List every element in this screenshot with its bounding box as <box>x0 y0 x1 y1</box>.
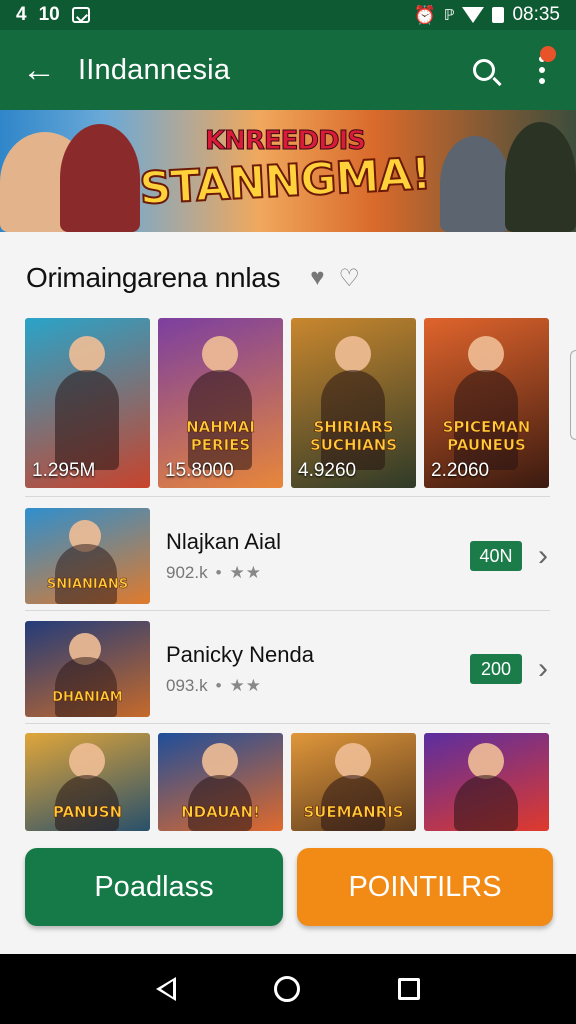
bottom-thumb-row: PANUSN NDAUAN! SUEMANRIS <box>25 733 550 831</box>
divider <box>25 610 550 611</box>
notification-badge <box>540 46 556 62</box>
accent-action-button[interactable]: POINTILRS <box>297 848 553 926</box>
divider <box>25 496 550 497</box>
heart-icon[interactable]: ♡ <box>338 264 360 293</box>
list-item-downloads: 093.k <box>166 676 208 695</box>
list-item-thumbnail: SNIANIANS <box>25 508 150 604</box>
notification-icon <box>71 7 90 23</box>
status-indicator-2: 10 <box>38 4 60 25</box>
card-art-caption: NAHMAI PERIES <box>186 418 255 455</box>
featured-card[interactable]: NAHMAI PERIES 15.8000 <box>158 318 283 488</box>
card-art-caption: SUEMANRIS <box>303 803 404 822</box>
price-badge[interactable]: 40N <box>470 541 522 571</box>
section-header: Orimaingarena nnlas ♥ ♡ <box>26 258 556 298</box>
list-item-meta: 093.k • ★★ <box>166 676 470 696</box>
featured-card[interactable]: 1.295M <box>25 318 150 488</box>
card-artwork <box>69 336 105 372</box>
promo-banner[interactable]: KNREEDDIS STANNGMA! <box>0 110 576 232</box>
card-count: 1.295M <box>32 460 96 481</box>
battery-icon <box>492 7 505 23</box>
game-card[interactable] <box>424 733 549 831</box>
nav-home-icon[interactable] <box>274 976 300 1002</box>
banner-hero-right <box>505 122 576 232</box>
banner-title-group: KNREEDDIS STANNGMA! <box>120 126 450 216</box>
section-title: Orimaingarena nnlas <box>26 262 281 293</box>
wifi-icon <box>462 7 485 23</box>
status-indicator-1: 4 <box>16 4 27 25</box>
card-art-caption: PANUSN <box>52 803 123 822</box>
game-card[interactable]: PANUSN <box>25 733 150 831</box>
divider <box>25 723 550 724</box>
chevron-right-icon[interactable]: › <box>538 652 548 686</box>
app-bar: ← IIndannesia <box>0 30 576 110</box>
nav-recents-icon[interactable] <box>398 978 420 1000</box>
list-item-info: Nlajkan Aial 902.k • ★★ <box>166 529 470 583</box>
search-button[interactable] <box>454 30 514 110</box>
list-item-info: Panicky Nenda 093.k • ★★ <box>166 642 470 696</box>
list-item-meta: 902.k • ★★ <box>166 563 470 583</box>
status-bar: 4 10 ⏰ ℙ 08:35 <box>0 0 576 30</box>
alarm-icon: ⏰ <box>413 4 436 25</box>
arrow-left-icon: ← <box>22 50 56 89</box>
separator-dot: • <box>215 563 222 582</box>
card-artwork <box>202 336 238 372</box>
list-item-downloads: 902.k <box>166 563 208 582</box>
card-artwork <box>468 336 504 372</box>
list-item-title: Nlajkan Aial <box>166 529 281 554</box>
star-rating: ★★ <box>229 563 263 582</box>
game-card[interactable]: SUEMANRIS <box>291 733 416 831</box>
system-nav-bar <box>0 954 576 1024</box>
star-rating: ★★ <box>229 676 263 695</box>
list-thumb-caption: SNIANIANS <box>46 577 129 593</box>
status-time: 08:35 <box>512 4 560 25</box>
bluetooth-icon: ℙ <box>443 7 455 24</box>
card-count: 2.2060 <box>431 460 490 481</box>
featured-card[interactable]: SPICEMAN PAUNEUS 2.2060 <box>424 318 549 488</box>
primary-action-button[interactable]: Poadlass <box>25 848 283 926</box>
card-count: 15.8000 <box>165 460 234 481</box>
featured-row: 1.295M NAHMAI PERIES 15.8000 SHIRIARS SU… <box>25 318 550 488</box>
search-icon <box>473 59 495 81</box>
separator-dot: • <box>215 676 222 695</box>
list-item-title: Panicky Nenda <box>166 642 314 667</box>
card-art-caption: SPICEMAN PAUNEUS <box>442 418 531 455</box>
banner-title: STANNGMA! <box>137 147 432 215</box>
card-artwork <box>335 336 371 372</box>
list-item[interactable]: DHANIAM Panicky Nenda 093.k • ★★ 200 › <box>25 619 550 719</box>
card-artwork <box>55 370 119 470</box>
heart-icon[interactable]: ♥ <box>310 264 324 293</box>
list-item-thumbnail: DHANIAM <box>25 621 150 717</box>
card-art-caption: SHIRIARS SUCHIANS <box>309 418 398 455</box>
game-card[interactable]: NDAUAN! <box>158 733 283 831</box>
banner-hero-3 <box>440 136 510 232</box>
chevron-right-icon[interactable]: › <box>538 539 548 573</box>
card-count: 4.9260 <box>298 460 357 481</box>
back-button[interactable]: ← <box>0 30 78 110</box>
scrollbar[interactable] <box>570 350 576 440</box>
featured-card[interactable]: SHIRIARS SUCHIANS 4.9260 <box>291 318 416 488</box>
price-badge[interactable]: 200 <box>470 654 522 684</box>
list-thumb-caption: DHANIAM <box>52 690 123 706</box>
list-item[interactable]: SNIANIANS Nlajkan Aial 902.k • ★★ 40N › <box>25 506 550 606</box>
more-options-button[interactable] <box>514 30 570 110</box>
card-art-caption: NDAUAN! <box>181 803 260 822</box>
page-title: IIndannesia <box>78 53 231 86</box>
nav-back-icon[interactable] <box>156 977 176 1001</box>
